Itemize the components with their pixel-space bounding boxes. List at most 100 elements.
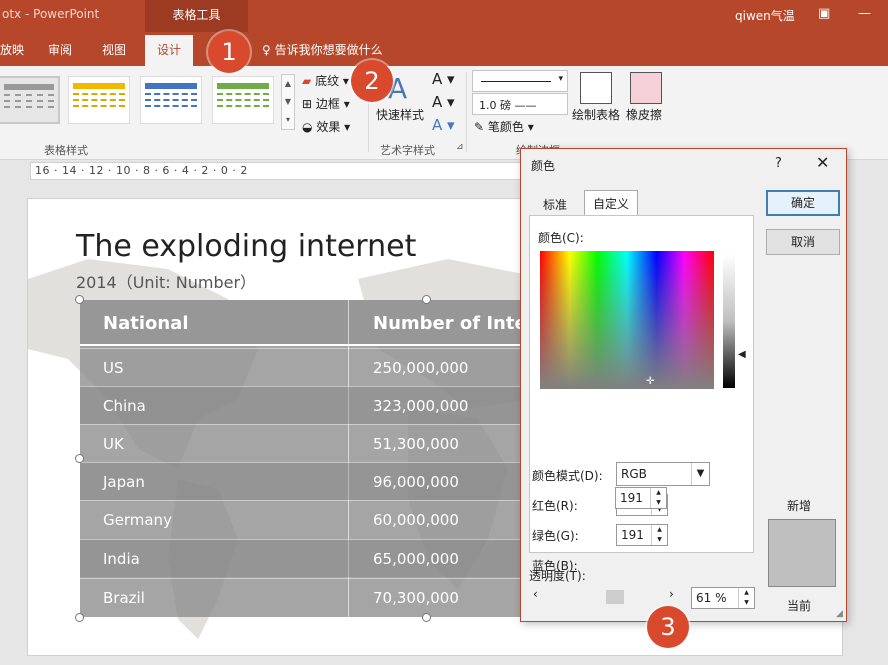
text-fill-icon[interactable]: A ▾: [432, 70, 455, 88]
slide-title[interactable]: The exploding internet: [76, 229, 416, 264]
chevron-right-icon[interactable]: ›: [669, 587, 674, 601]
group-label-wordart: 艺术字样式: [380, 144, 435, 157]
resize-handle[interactable]: [75, 454, 84, 463]
table-header-cell[interactable]: Number of Inte: [373, 313, 527, 334]
gallery-scroll[interactable]: ▲ ▼ ▾: [281, 74, 295, 130]
tell-me-box[interactable]: ♀ 告诉我你想要做什么: [262, 41, 383, 58]
border-button[interactable]: ⊞ 边框 ▾: [302, 95, 350, 112]
tab-custom[interactable]: 自定义: [584, 190, 639, 216]
color-dialog: 颜色 ? ✕ 标准 自定义 颜色(C): ✛ ◀ 颜色模式(D): RGB ▼ …: [520, 148, 847, 622]
tab-view[interactable]: 视图: [102, 41, 126, 58]
resize-handle[interactable]: [422, 295, 431, 304]
green-label: 绿色(G):: [532, 529, 579, 543]
resize-grip-icon[interactable]: ◢: [836, 609, 843, 619]
table-cell[interactable]: UK: [103, 435, 124, 453]
table-cell[interactable]: 323,000,000: [373, 397, 468, 415]
resize-handle[interactable]: [75, 295, 84, 304]
text-effects-icon[interactable]: A ▾: [432, 116, 455, 134]
callout-badge: 3: [647, 606, 689, 648]
color-preview-swatch: [768, 519, 836, 587]
new-color-label: 新增: [787, 499, 812, 513]
red-label: 红色(R):: [532, 499, 578, 513]
table-style-green[interactable]: [212, 76, 274, 124]
help-button[interactable]: ?: [775, 156, 782, 171]
pen-icon: ✎: [474, 120, 485, 134]
user-name[interactable]: qiwen气温: [735, 7, 795, 24]
eraser-icon: [630, 72, 662, 104]
ribbon: ▲ ▼ ▾ ▰ 底纹 ▾ ⊞ 边框 ▾ ◒ 效果 ▾ A 快速样式 A ▾ A ▾ …: [0, 66, 888, 160]
transparency-input[interactable]: 61 % ▲ ▼: [691, 587, 755, 609]
resize-handle[interactable]: [422, 613, 431, 622]
table-cell[interactable]: 96,000,000: [373, 473, 459, 491]
draw-table-icon: [580, 72, 612, 104]
tab-standard[interactable]: 标准: [535, 192, 575, 217]
green-input[interactable]: 191 ▲ ▼: [616, 524, 668, 546]
quick-styles-icon: A: [388, 72, 408, 105]
callout-badge: 1: [208, 31, 250, 73]
draw-table-button[interactable]: 绘制表格: [572, 106, 620, 123]
table-cell[interactable]: 60,000,000: [373, 511, 459, 529]
blue-label: 蓝色(B):: [532, 559, 578, 573]
pen-style-dropdown[interactable]: ▾: [472, 70, 568, 92]
paint-bucket-icon: ▰: [302, 74, 312, 88]
crosshair-icon: ✛: [646, 376, 655, 387]
resize-handle[interactable]: [75, 613, 84, 622]
tab-slideshow[interactable]: 放映: [0, 41, 24, 58]
effects-button[interactable]: ◒ 效果 ▾: [302, 118, 350, 135]
table-cell[interactable]: 250,000,000: [373, 359, 468, 377]
shading-button[interactable]: ▰ 底纹 ▾: [302, 72, 349, 89]
color-model-select[interactable]: RGB ▼: [616, 462, 710, 486]
spinner-icon[interactable]: ▲▼: [651, 525, 667, 545]
effects-icon: ◒: [302, 120, 313, 134]
table-cell[interactable]: Brazil: [103, 589, 145, 607]
cancel-button[interactable]: 取消: [766, 229, 840, 255]
table-cell[interactable]: Japan: [103, 473, 145, 491]
spinner-icon[interactable]: ▲▼: [738, 588, 754, 608]
table-cell[interactable]: 51,300,000: [373, 435, 459, 453]
text-outline-icon[interactable]: A ▾: [432, 93, 455, 111]
color-spectrum[interactable]: [540, 251, 714, 389]
group-label-table-styles: 表格样式: [44, 144, 88, 157]
close-icon[interactable]: ✕: [816, 153, 829, 172]
border-icon: ⊞: [302, 97, 313, 111]
tab-review[interactable]: 审阅: [48, 41, 72, 58]
blue-input[interactable]: 191 ▲ ▼: [615, 487, 667, 509]
title-bar: otx - PowerPoint 表格工具 qiwen气温 ▣ —: [0, 0, 888, 32]
luminance-arrow-icon[interactable]: ◀: [738, 349, 746, 360]
context-tab-table-tools: 表格工具: [145, 0, 248, 32]
tab-design[interactable]: 设计: [145, 35, 194, 66]
colors-label: 颜色(C):: [538, 231, 584, 245]
table-style-blue[interactable]: [140, 76, 202, 124]
table-header-cell[interactable]: National: [103, 313, 188, 334]
table-cell[interactable]: 65,000,000: [373, 550, 459, 568]
table-cell[interactable]: India: [103, 550, 140, 568]
chevron-left-icon[interactable]: ‹: [533, 587, 538, 601]
table-cell[interactable]: China: [103, 397, 146, 415]
transparency-slider-thumb[interactable]: [606, 590, 624, 604]
ribbon-tabs: 放映 审阅 视图 设计 ♀ 告诉我你想要做什么: [0, 32, 888, 66]
ribbon-display-icon[interactable]: ▣: [818, 6, 830, 21]
window-title: otx - PowerPoint: [2, 7, 100, 21]
slide-subtitle[interactable]: 2014（Unit: Number）: [76, 269, 256, 293]
luminance-slider[interactable]: [723, 254, 735, 388]
dialog-launcher-icon[interactable]: ⊿: [456, 142, 464, 152]
table-style-gold[interactable]: [68, 76, 130, 124]
chevron-down-icon: ▼: [691, 463, 709, 485]
ok-button[interactable]: 确定: [766, 190, 840, 216]
callout-badge: 2: [351, 60, 393, 102]
table-cell[interactable]: US: [103, 359, 124, 377]
lightbulb-icon: ♀: [262, 43, 271, 57]
spinner-icon[interactable]: ▲▼: [650, 488, 666, 508]
table-style-gray[interactable]: [0, 76, 60, 124]
pen-weight-dropdown[interactable]: 1.0 磅 ——: [472, 93, 568, 115]
table-cell[interactable]: 70,300,000: [373, 589, 459, 607]
table-cell[interactable]: Germany: [103, 511, 172, 529]
pen-color-button[interactable]: ✎ 笔颜色 ▾: [474, 118, 534, 135]
dialog-title: 颜色: [531, 159, 556, 173]
quick-styles-button[interactable]: 快速样式: [376, 106, 424, 123]
current-color-label: 当前: [787, 599, 812, 613]
color-model-label: 颜色模式(D):: [532, 469, 603, 483]
minimize-icon[interactable]: —: [858, 6, 871, 21]
ribbon-separator: [466, 72, 467, 152]
eraser-button[interactable]: 橡皮擦: [626, 106, 662, 123]
